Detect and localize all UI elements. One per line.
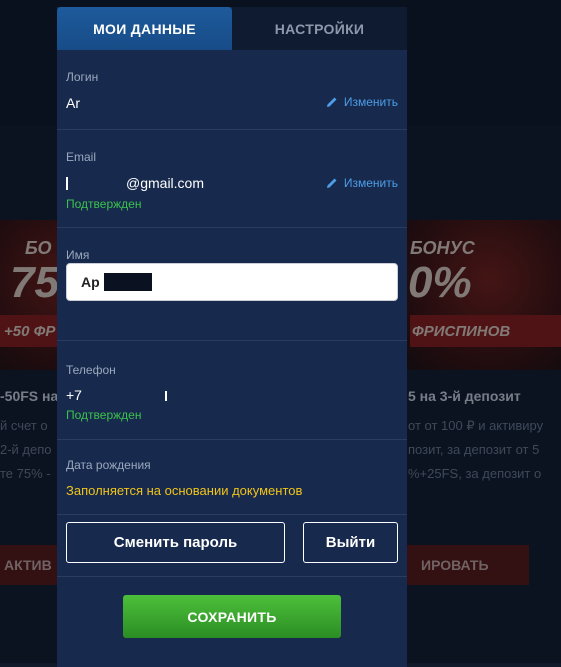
- phone-status: Подтвержден: [66, 408, 142, 422]
- name-input[interactable]: Ар: [66, 263, 398, 301]
- email-value: @gmail.com: [126, 175, 205, 191]
- divider: [57, 576, 407, 577]
- email-edit-link[interactable]: Изменить: [326, 176, 398, 190]
- email-section: Email @gmail.com Подтвержден Изменить: [57, 130, 407, 228]
- login-edit-link[interactable]: Изменить: [326, 95, 398, 109]
- birthdate-label: Дата рождения: [66, 458, 151, 472]
- phone-value: +7: [66, 387, 82, 403]
- email-redacted-start: [66, 177, 68, 190]
- pencil-icon: [326, 178, 337, 188]
- login-value: Ar: [66, 95, 80, 111]
- login-section: Логин Ar Изменить: [57, 50, 407, 130]
- email-edit-label: Изменить: [343, 176, 398, 190]
- logout-button[interactable]: Выйти: [303, 522, 398, 563]
- tab-my-data[interactable]: МОИ ДАННЫЕ: [57, 7, 232, 50]
- tab-bar: МОИ ДАННЫЕ НАСТРОЙКИ: [57, 7, 407, 50]
- phone-redacted-end: [165, 391, 167, 401]
- tab-settings[interactable]: НАСТРОЙКИ: [232, 7, 407, 50]
- email-status: Подтвержден: [66, 197, 142, 211]
- name-section: Имя Ар: [57, 228, 407, 341]
- save-button[interactable]: СОХРАНИТЬ: [123, 595, 341, 638]
- phone-label: Телефон: [66, 363, 116, 377]
- birthdate-section: Дата рождения Заполняется на основании д…: [57, 440, 407, 515]
- login-edit-label: Изменить: [343, 95, 398, 109]
- email-label: Email: [66, 150, 97, 164]
- login-label: Логин: [66, 70, 99, 84]
- phone-section: Телефон +7 Подтвержден: [57, 341, 407, 440]
- name-label: Имя: [66, 248, 90, 262]
- pencil-icon: [326, 97, 337, 107]
- name-redaction: [103, 273, 152, 291]
- name-input-value: Ар: [81, 274, 100, 290]
- profile-modal: МОИ ДАННЫЕ НАСТРОЙКИ Логин Ar Изменить E…: [57, 7, 407, 667]
- change-password-button[interactable]: Сменить пароль: [66, 522, 285, 563]
- birthdate-note: Заполняется на основании документов: [66, 483, 303, 498]
